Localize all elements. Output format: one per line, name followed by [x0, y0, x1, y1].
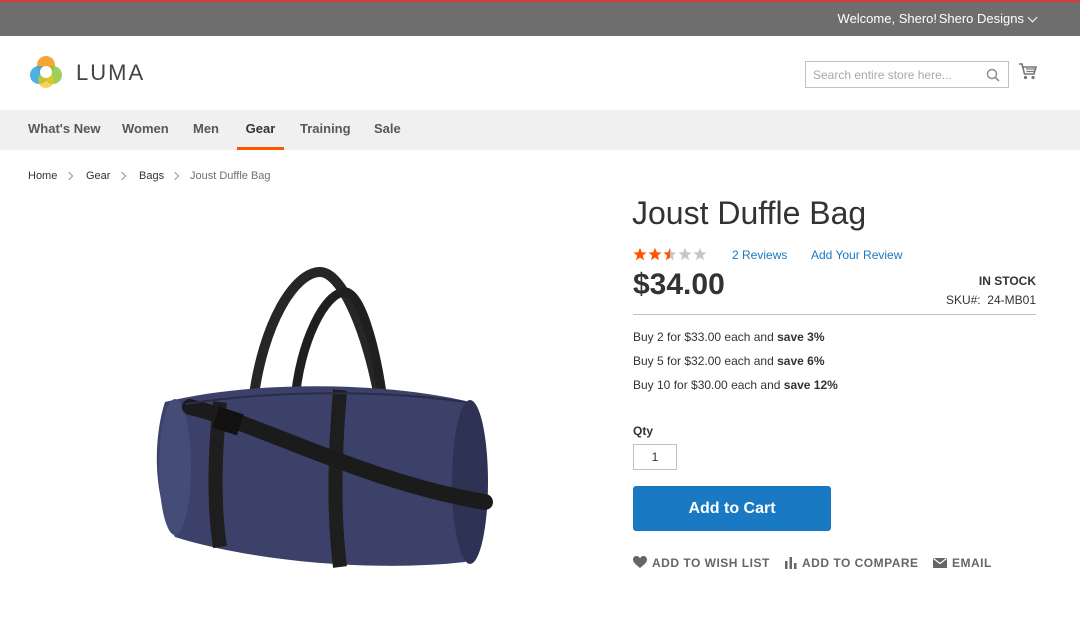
breadcrumb-current: Joust Duffle Bag — [190, 170, 271, 182]
sku-label: SKU#: — [945, 293, 981, 307]
nav-item-whats-new[interactable]: What's New — [28, 110, 100, 150]
main-navigation: What's New Women Men Gear Training Sale — [0, 110, 1080, 150]
breadcrumb-chevron-icon — [170, 171, 180, 181]
breadcrumb-chevron-icon — [117, 171, 127, 181]
tier-price-text: Buy 2 for $33.00 each and — [633, 330, 778, 344]
product-title: Joust Duffle Bag — [632, 195, 867, 231]
product-price: $34.00 — [633, 268, 725, 301]
product-image[interactable] — [135, 262, 495, 582]
top-panel: Welcome, Shero! Shero Designs — [0, 0, 1080, 36]
nav-item-sale[interactable]: Sale — [374, 110, 401, 150]
email-label: EMAIL — [952, 556, 992, 570]
add-to-wishlist-label: ADD TO WISH LIST — [652, 556, 770, 570]
star-empty-icon — [678, 247, 692, 261]
add-to-wishlist-link[interactable]: ADD TO WISH LIST — [633, 556, 769, 570]
tier-price-save: save 6% — [777, 354, 825, 368]
tier-price-save: save 3% — [777, 330, 825, 344]
star-empty-icon — [693, 247, 707, 261]
breadcrumb-chevron-icon — [64, 171, 74, 181]
add-to-compare-label: ADD TO COMPARE — [802, 556, 919, 570]
breadcrumb-gear[interactable]: Gear — [86, 170, 110, 182]
search-input[interactable] — [806, 62, 982, 87]
add-to-cart-button[interactable]: Add to Cart — [633, 486, 831, 531]
add-to-compare-link[interactable]: ADD TO COMPARE — [784, 556, 918, 570]
search-icon[interactable] — [986, 68, 1000, 82]
chevron-down-icon[interactable] — [1027, 12, 1038, 23]
star-icon — [633, 247, 647, 261]
nav-item-gear[interactable]: Gear — [237, 110, 284, 150]
email-link[interactable]: EMAIL — [933, 556, 993, 570]
account-switcher[interactable]: Shero Designs — [939, 11, 1024, 26]
tier-price-text: Buy 5 for $32.00 each and — [633, 354, 778, 368]
sku-value: 24-MB01 — [987, 293, 1036, 307]
divider — [633, 314, 1036, 315]
tier-price-text: Buy 10 for $30.00 each and — [633, 378, 784, 392]
logo-text: LUMA — [76, 60, 146, 85]
tier-price: Buy 2 for $33.00 each and save 3% — [633, 330, 824, 344]
tier-price-save: save 12% — [783, 378, 838, 392]
heart-icon — [633, 556, 647, 568]
breadcrumb-home[interactable]: Home — [28, 170, 57, 182]
rating-stars — [633, 247, 707, 261]
reviews-link[interactable]: 2 Reviews — [732, 248, 787, 262]
luma-logo-icon — [30, 56, 62, 88]
cart-icon[interactable] — [1018, 62, 1038, 82]
nav-item-men[interactable]: Men — [193, 110, 219, 150]
star-half-icon — [663, 247, 677, 261]
search-box — [805, 61, 1009, 88]
star-icon — [648, 247, 662, 261]
add-review-link[interactable]: Add Your Review — [811, 248, 902, 262]
tier-price: Buy 5 for $32.00 each and save 6% — [633, 354, 824, 368]
stock-status: IN STOCK — [978, 274, 1036, 288]
tier-price: Buy 10 for $30.00 each and save 12% — [633, 378, 838, 392]
nav-item-women[interactable]: Women — [122, 110, 169, 150]
compare-icon — [785, 557, 797, 569]
envelope-icon — [933, 558, 947, 568]
qty-input[interactable] — [633, 444, 677, 470]
breadcrumb-bags[interactable]: Bags — [139, 170, 164, 182]
logo[interactable]: LUMA — [28, 54, 148, 92]
qty-label: Qty — [633, 424, 654, 438]
sku: SKU#: 24-MB01 — [946, 293, 1036, 307]
nav-item-training[interactable]: Training — [300, 110, 351, 150]
welcome-message: Welcome, Shero! — [837, 11, 937, 26]
